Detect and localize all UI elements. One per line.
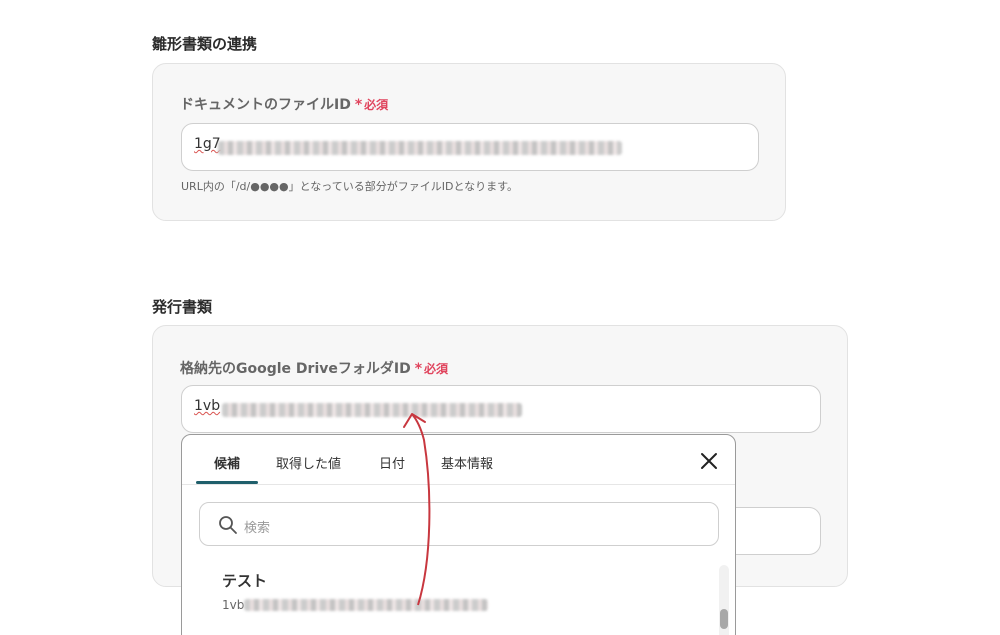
doc-id-help-text: URL内の「/d/●●●●」となっている部分がファイルIDとなります。 xyxy=(181,180,519,193)
tab-basic-info[interactable]: 基本情報 xyxy=(441,453,493,472)
required-mark: * xyxy=(354,97,363,113)
scrollbar-thumb[interactable] xyxy=(720,609,728,629)
doc-id-input[interactable]: 1g7 xyxy=(181,123,759,171)
list-item-title: テスト xyxy=(222,572,268,590)
list-item[interactable]: テスト 1vb xyxy=(182,560,712,620)
picker-tabs: 候補 取得した値 日付 基本情報 xyxy=(182,435,735,485)
doc-id-label: ドキュメントのファイルID * 必須 xyxy=(180,94,388,114)
value-picker-dropdown: 候補 取得した値 日付 基本情報 検索 テスト 1vb xyxy=(181,434,736,635)
doc-id-label-text: ドキュメントのファイルID xyxy=(180,97,351,113)
template-doc-panel: ドキュメントのファイルID * 必須 1g7 URL内の「/d/●●●●」となってい… xyxy=(152,63,786,221)
tab-fetched-values[interactable]: 取得した値 xyxy=(276,453,341,472)
search-input[interactable]: 検索 xyxy=(199,502,719,546)
required-text: 必須 xyxy=(364,98,389,112)
scrollbar[interactable] xyxy=(719,565,729,635)
list-item-id-redacted xyxy=(244,599,488,611)
active-tab-indicator xyxy=(196,481,258,484)
tab-candidates[interactable]: 候補 xyxy=(214,453,240,472)
required-text: 必須 xyxy=(424,362,449,376)
issue-section-title: 発行書類 xyxy=(152,298,213,316)
required-mark: * xyxy=(414,361,423,377)
list-item-id-text: 1vb xyxy=(222,598,245,612)
search-icon xyxy=(218,515,238,535)
list-item-id: 1vb xyxy=(222,598,244,612)
search-placeholder: 検索 xyxy=(244,521,271,536)
folder-id-redacted xyxy=(222,403,522,417)
folder-id-label-text: 格納先のGoogle DriveフォルダID xyxy=(180,361,411,377)
template-section-title: 雛形書類の連携 xyxy=(152,35,258,53)
close-icon[interactable] xyxy=(697,449,721,473)
folder-id-input[interactable]: 1vb xyxy=(181,385,821,433)
doc-id-value: 1g7 xyxy=(194,136,221,152)
doc-id-redacted xyxy=(218,141,622,155)
folder-id-value: 1vb xyxy=(194,398,221,414)
folder-id-label: 格納先のGoogle DriveフォルダID * 必須 xyxy=(180,358,448,378)
tab-date[interactable]: 日付 xyxy=(379,453,405,472)
